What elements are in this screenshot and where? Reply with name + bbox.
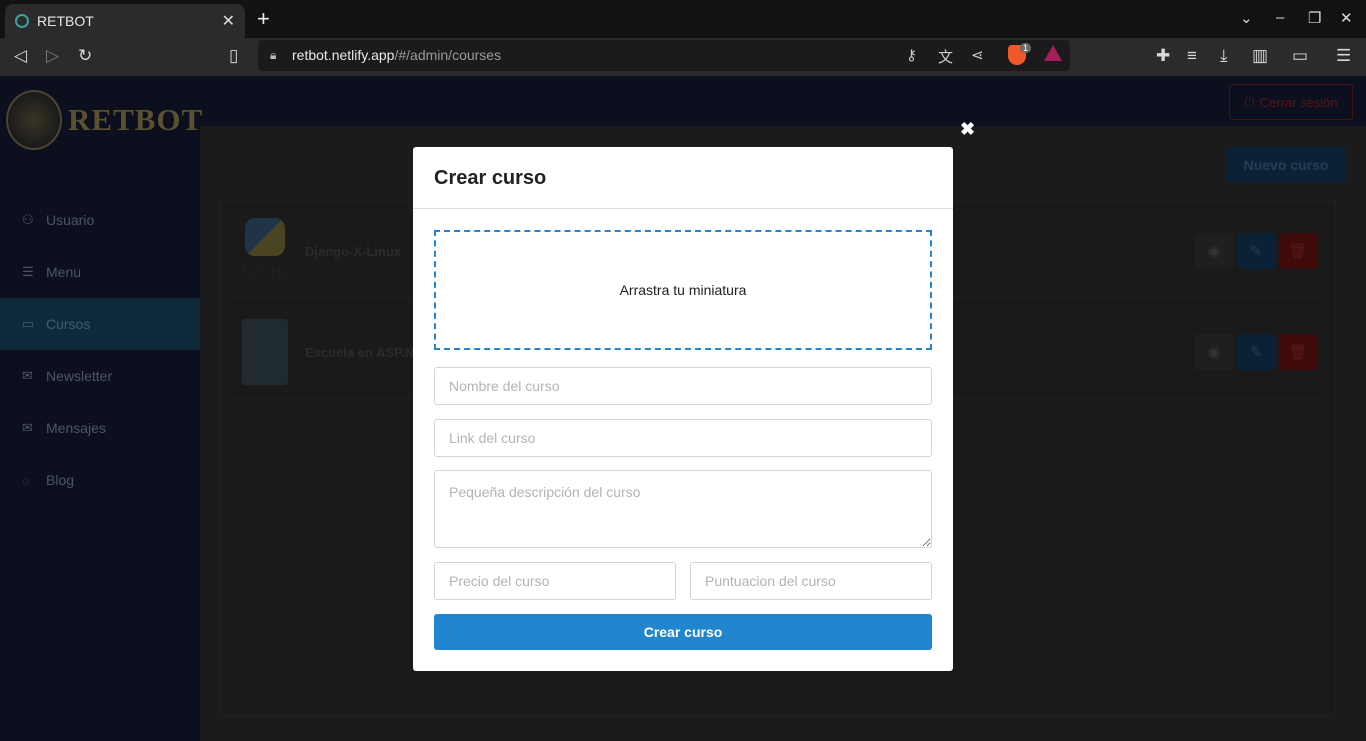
tab-title: RETBOT xyxy=(37,13,94,29)
course-rating-input[interactable] xyxy=(690,562,932,600)
download-icon[interactable]: ⤓ xyxy=(1220,46,1228,66)
url-text: retbot.netlify.app/#/admin/courses xyxy=(292,47,502,63)
browser-menu-icon[interactable]: ☰ xyxy=(1336,46,1351,66)
maximize-icon[interactable]: ❐ xyxy=(1308,9,1321,27)
share-icon[interactable]: ⋖ xyxy=(971,46,984,64)
site-favicon-icon xyxy=(15,14,29,28)
sidebar-icon[interactable]: ▥ xyxy=(1252,46,1268,66)
reload-icon[interactable]: ↻ xyxy=(78,46,92,66)
new-tab-icon[interactable]: + xyxy=(257,8,270,30)
browser-tab[interactable]: RETBOT ✕ xyxy=(5,4,245,38)
tab-close-icon[interactable]: ✕ xyxy=(222,11,235,31)
course-link-input[interactable] xyxy=(434,419,932,457)
forward-icon[interactable]: ▷ xyxy=(46,46,59,66)
close-window-icon[interactable]: ✕ xyxy=(1340,9,1353,27)
wallet-icon[interactable]: ▭ xyxy=(1292,46,1308,66)
lock-icon: 🔒︎ xyxy=(270,48,277,62)
key-icon[interactable]: ⚷ xyxy=(906,46,917,64)
thumbnail-dropzone[interactable]: Arrastra tu miniatura xyxy=(434,230,932,350)
course-price-input[interactable] xyxy=(434,562,676,600)
modal-title: Crear curso xyxy=(434,167,547,189)
address-bar[interactable]: 🔒︎ retbot.netlify.app/#/admin/courses ⚷ … xyxy=(258,40,1070,71)
tab-list-chevron-icon[interactable]: ⌄ xyxy=(1240,9,1253,27)
bookmark-icon[interactable]: ▯ xyxy=(229,46,238,66)
brave-rewards-icon[interactable] xyxy=(1044,45,1062,61)
close-icon[interactable]: ✖ xyxy=(960,120,975,138)
shields-count-badge: 1 xyxy=(1020,43,1032,53)
modal-header: Crear curso xyxy=(413,147,953,209)
minimize-icon[interactable]: – xyxy=(1276,9,1284,26)
translate-icon[interactable]: 文 xyxy=(938,46,953,67)
course-name-input[interactable] xyxy=(434,367,932,405)
create-course-modal: Crear curso Arrastra tu miniatura Crear … xyxy=(413,147,953,671)
course-description-textarea[interactable] xyxy=(434,470,932,548)
extensions-icon[interactable]: ✚ xyxy=(1156,46,1170,66)
create-course-button[interactable]: Crear curso xyxy=(434,614,932,650)
playlist-icon[interactable]: ≡ xyxy=(1187,46,1197,66)
back-icon[interactable]: ◁ xyxy=(14,46,27,66)
browser-tabbar: RETBOT ✕ + ⌄ – ❐ ✕ xyxy=(0,0,1366,38)
